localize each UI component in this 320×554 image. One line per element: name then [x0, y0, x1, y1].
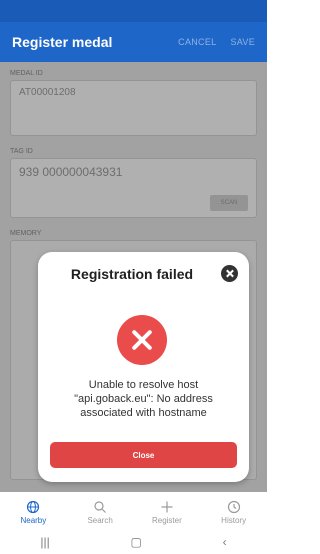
error-icon [117, 315, 167, 365]
recent-apps-icon[interactable]: ||| [40, 535, 49, 549]
back-icon[interactable]: ‹ [223, 535, 227, 549]
nav-item-history[interactable]: History [206, 500, 261, 525]
save-button[interactable]: SAVE [230, 37, 255, 47]
nav-label-search: Search [87, 515, 113, 525]
page-title: Register medal [12, 34, 113, 50]
cancel-button[interactable]: CANCEL [178, 37, 216, 47]
system-nav-bar: ||| ▢ ‹ [0, 530, 267, 554]
nav-label-register: Register [151, 515, 182, 525]
app-bar: Register medal CANCEL SAVE [0, 22, 267, 62]
globe-icon [26, 500, 40, 514]
error-dialog: Registration failed Unable to resolve ho… [38, 252, 249, 482]
nav-label-history: History [221, 515, 247, 525]
home-icon[interactable]: ▢ [131, 535, 142, 549]
dialog-title: Registration failed [70, 266, 194, 282]
bottom-nav: Nearby Search Register History [0, 492, 267, 530]
close-icon[interactable] [221, 265, 238, 282]
search-icon [93, 500, 107, 514]
plus-icon [160, 500, 174, 514]
dialog-message: Unable to resolve host "api.goback.eu": … [74, 379, 213, 419]
history-icon [227, 500, 241, 514]
nav-item-search[interactable]: Search [73, 500, 128, 525]
close-button[interactable]: Close [50, 442, 237, 468]
status-bar [0, 0, 267, 22]
nav-item-nearby[interactable]: Nearby [6, 500, 61, 525]
nav-label-nearby: Nearby [20, 515, 47, 525]
app-screen: Register medal CANCEL SAVE MEDAL ID AT00… [0, 0, 267, 554]
nav-item-register[interactable]: Register [139, 500, 194, 525]
